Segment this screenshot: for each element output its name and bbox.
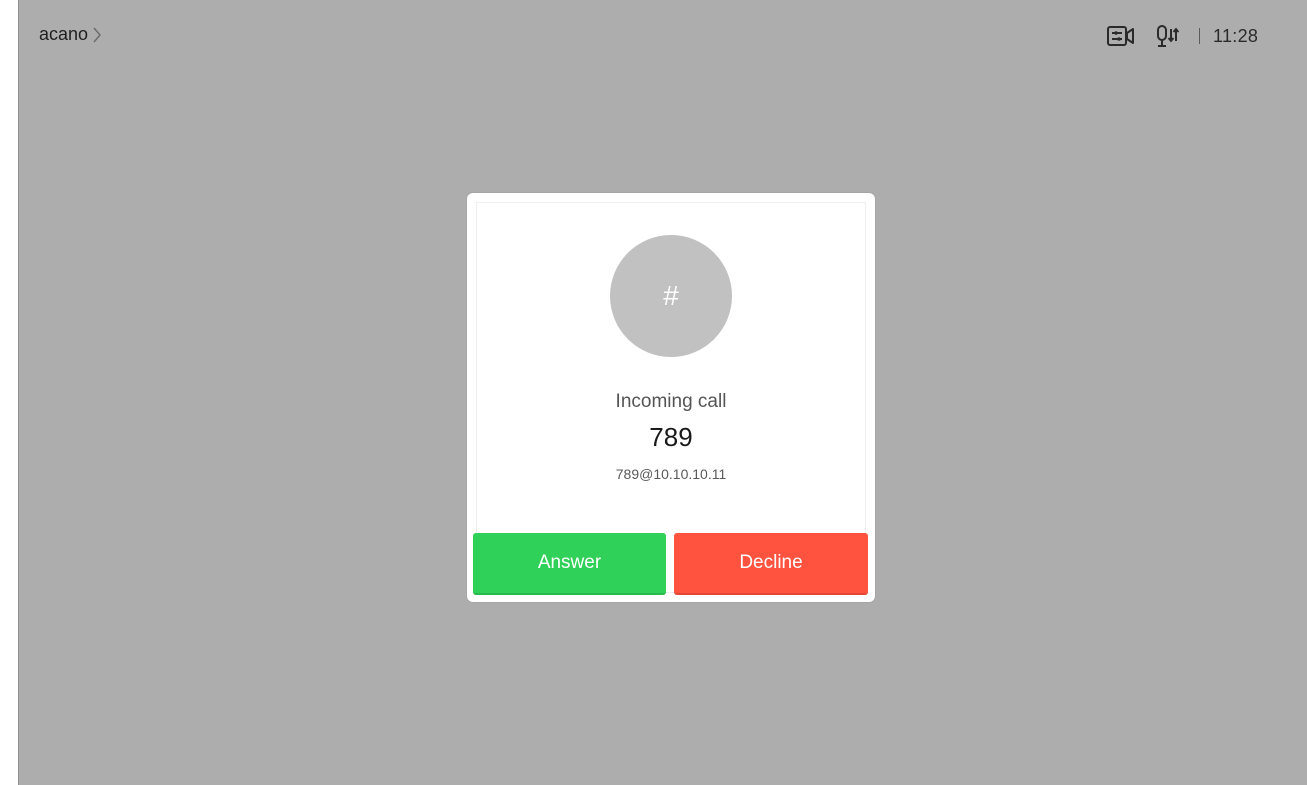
answer-button[interactable]: Answer	[473, 533, 666, 595]
device-name: acano	[39, 24, 89, 44]
chevron-right-icon	[92, 27, 102, 43]
clock: 11:28	[1213, 25, 1259, 46]
breadcrumb[interactable]: acano	[39, 24, 102, 45]
caller-name: 789	[649, 422, 693, 452]
decline-button[interactable]: Decline	[674, 533, 868, 595]
caller-uri: 789@10.10.10.11	[615, 466, 727, 482]
call-screen: acano 11:28 # Incoming call 789 789@10.1…	[18, 0, 1307, 785]
camera-controls-icon[interactable]	[1107, 26, 1135, 46]
avatar: #	[610, 235, 732, 357]
incoming-call-dialog: # Incoming call 789 789@10.10.10.11 Answ…	[467, 193, 875, 602]
call-status: Incoming call	[615, 391, 727, 412]
hash-icon: #	[663, 280, 679, 311]
divider	[1199, 28, 1200, 44]
status-bar: 11:28	[1087, 22, 1307, 50]
mic-controls-icon[interactable]	[1155, 25, 1179, 47]
